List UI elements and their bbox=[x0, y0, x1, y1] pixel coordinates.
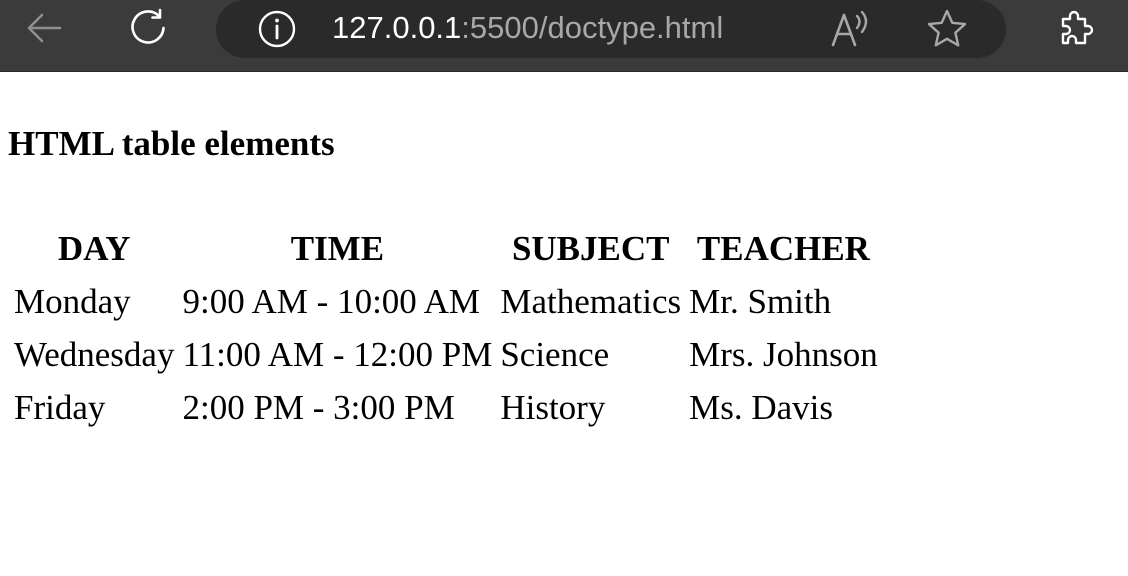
cell-subject: History bbox=[500, 388, 606, 427]
browser-toolbar: 127.0.0.1:5500/doctype.html bbox=[0, 0, 1128, 72]
cell-subject: Science bbox=[500, 335, 610, 374]
read-aloud-button[interactable] bbox=[828, 6, 878, 52]
cell-teacher: Mr. Smith bbox=[689, 282, 832, 321]
header-teacher: TEACHER bbox=[696, 229, 870, 268]
reload-button[interactable] bbox=[124, 4, 172, 52]
cell-day: Friday bbox=[14, 388, 106, 427]
cell-day: Monday bbox=[14, 282, 131, 321]
page-heading: HTML table elements bbox=[8, 124, 335, 163]
cell-time: 11:00 AM - 12:00 PM bbox=[182, 335, 493, 374]
url-path: :5500/doctype.html bbox=[461, 10, 724, 45]
favorite-button[interactable] bbox=[922, 4, 972, 54]
cell-teacher: Ms. Davis bbox=[689, 388, 834, 427]
header-time: TIME bbox=[290, 229, 385, 268]
extensions-button[interactable] bbox=[1052, 4, 1100, 52]
info-icon bbox=[258, 10, 296, 48]
site-info-button[interactable] bbox=[256, 8, 298, 50]
reload-icon bbox=[131, 8, 165, 44]
table-row: Wednesday 11:00 AM - 12:00 PM Science Mr… bbox=[12, 330, 880, 379]
url-text[interactable]: 127.0.0.1:5500/doctype.html bbox=[332, 8, 723, 48]
cell-time: 9:00 AM - 10:00 AM bbox=[182, 282, 481, 321]
back-arrow-icon bbox=[27, 13, 62, 43]
cell-time: 2:00 PM - 3:00 PM bbox=[182, 388, 455, 427]
cell-subject: Mathematics bbox=[500, 282, 682, 321]
cell-teacher: Mrs. Johnson bbox=[689, 335, 878, 374]
back-button[interactable] bbox=[20, 4, 68, 52]
star-icon bbox=[927, 9, 967, 47]
address-bar[interactable]: 127.0.0.1:5500/doctype.html bbox=[216, 0, 1006, 58]
read-aloud-icon bbox=[831, 10, 868, 47]
url-host: 127.0.0.1 bbox=[332, 10, 462, 45]
header-subject: SUBJECT bbox=[511, 229, 670, 268]
table-header-row: DAY TIME SUBJECT TEACHER bbox=[12, 224, 880, 273]
table-row: Monday 9:00 AM - 10:00 AM Mathematics Mr… bbox=[12, 277, 880, 326]
puzzle-icon bbox=[1061, 10, 1094, 45]
schedule-table: DAY TIME SUBJECT TEACHER Monday 9:00 AM … bbox=[8, 220, 884, 436]
header-day: DAY bbox=[57, 229, 131, 268]
table-row: Friday 2:00 PM - 3:00 PM History Ms. Dav… bbox=[12, 383, 880, 432]
cell-day: Wednesday bbox=[14, 335, 175, 374]
page-content: HTML table elements DAY TIME SUBJECT TEA… bbox=[0, 72, 1128, 576]
